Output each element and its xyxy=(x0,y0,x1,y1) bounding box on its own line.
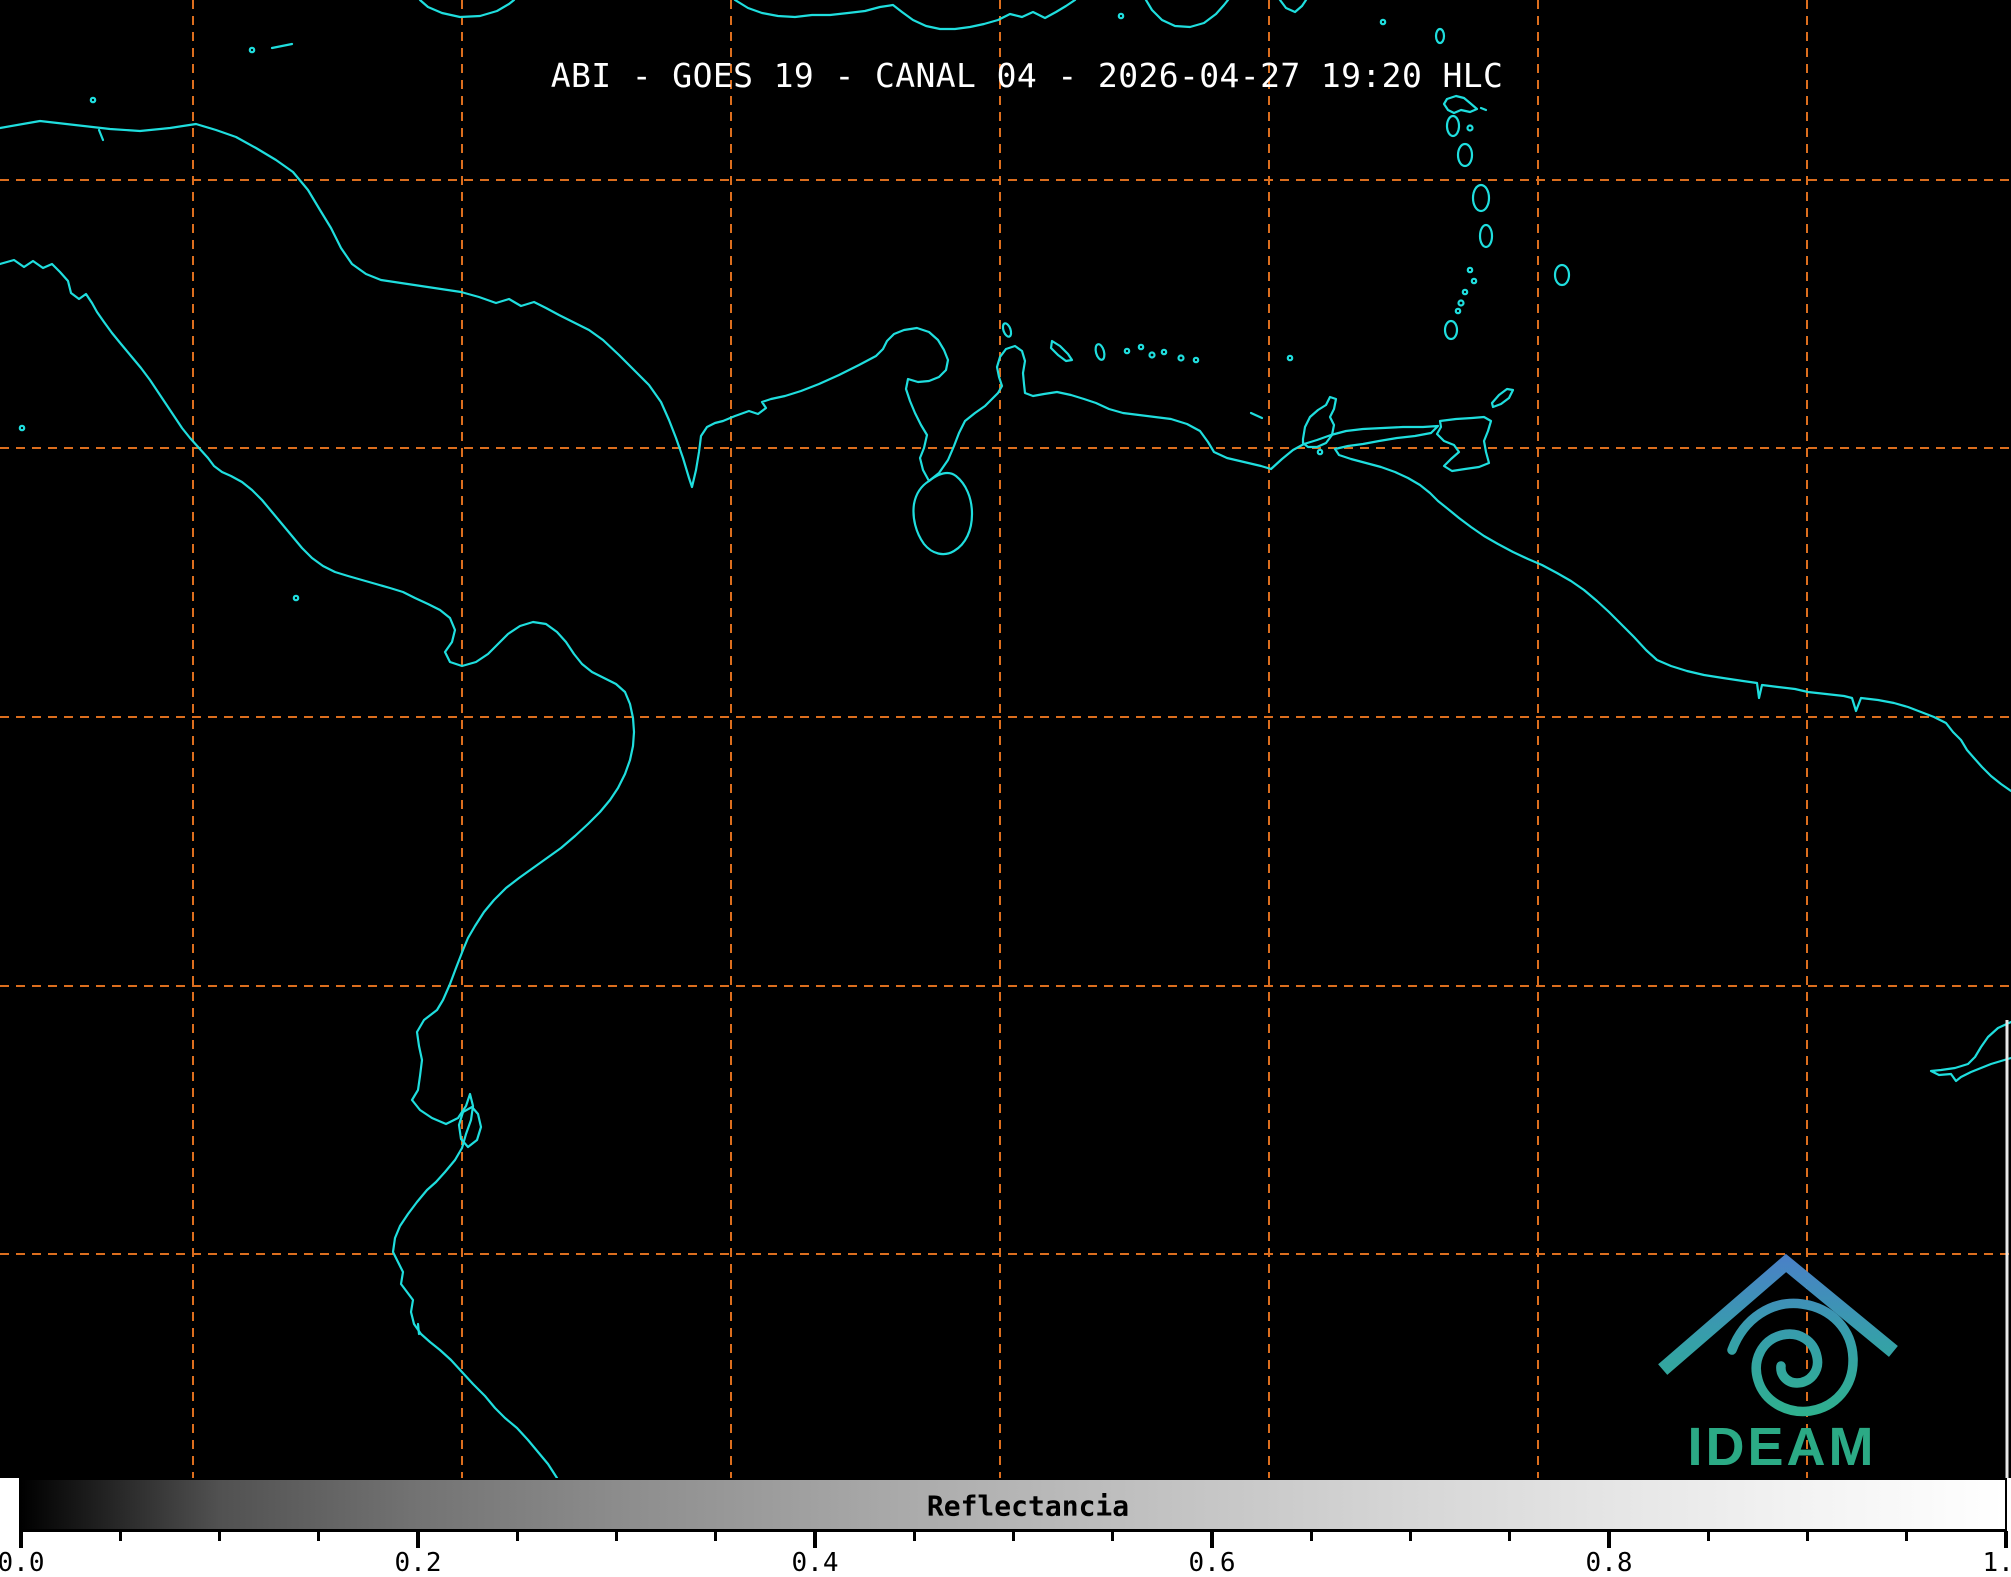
los-roques-dot xyxy=(1162,350,1166,354)
aves-dot xyxy=(1119,14,1123,18)
providencia-dot xyxy=(91,98,95,102)
image-title: ABI - GOES 19 - CANAL 04 - 2026-04-27 19… xyxy=(551,56,1504,95)
martinique-path xyxy=(1458,144,1472,166)
guadeloupe-path xyxy=(1444,96,1477,113)
pacific-coast-path xyxy=(0,260,634,1478)
colorbar-major-tick xyxy=(1607,1531,1611,1548)
st-lucia-path xyxy=(1473,185,1489,211)
san-andres-path xyxy=(99,130,103,140)
colorbar-tick-label: 1.0 xyxy=(1983,1550,2011,1576)
colorbar-minor-tick xyxy=(1806,1531,1809,1541)
cocos-dot xyxy=(20,426,24,430)
grenada-path xyxy=(1445,321,1457,339)
coastlines xyxy=(0,0,2011,1478)
curacao-path xyxy=(1051,341,1072,361)
colorbar-tick-label: 0.6 xyxy=(1189,1550,1236,1576)
colorbar-major-tick xyxy=(813,1531,817,1548)
colorbar-major-tick xyxy=(2004,1531,2008,1548)
colorbar-minor-tick xyxy=(1707,1531,1710,1541)
lake-maracaibo-path xyxy=(913,473,972,554)
grenadines-dot xyxy=(1468,268,1472,272)
colorbar-minor-tick xyxy=(714,1531,717,1541)
colorbar-major-tick xyxy=(19,1531,23,1548)
los-roques-dot xyxy=(1179,356,1184,361)
colorbar-gradient: Reflectancia xyxy=(19,1478,2007,1532)
grenadines-dot xyxy=(1463,290,1467,294)
st-vincent-path xyxy=(1480,225,1492,247)
grenadines-dot xyxy=(1456,309,1460,313)
ideam-logo-text: IDEAM xyxy=(1688,1416,1877,1478)
colorbar-minor-tick xyxy=(1111,1531,1114,1541)
colorbar-minor-tick xyxy=(913,1531,916,1541)
jamaica-coast-path xyxy=(420,0,514,17)
colorbar-minor-tick xyxy=(1310,1531,1313,1541)
colorbar-minor-tick xyxy=(1905,1531,1908,1541)
colorbar-label: Reflectancia xyxy=(927,1490,1129,1523)
grenadines-dot xyxy=(1459,301,1464,306)
hispaniola-south-coast-path xyxy=(735,0,1075,29)
colorbar-minor-tick xyxy=(615,1531,618,1541)
dominica-path xyxy=(1447,116,1459,136)
utila-dot xyxy=(250,48,254,52)
colorbar-tick-label: 0.8 xyxy=(1586,1550,1633,1576)
map-canvas: ABI - GOES 19 - CANAL 04 - 2026-04-27 19… xyxy=(0,0,2011,1478)
los-roques-dot xyxy=(1139,345,1143,349)
colorbar-minor-tick xyxy=(1508,1531,1511,1541)
bonaire-path xyxy=(1094,343,1106,361)
amazon-river-path xyxy=(1931,1022,2011,1081)
ideam-logo xyxy=(1668,1263,1888,1411)
ideam-swirl-icon xyxy=(1732,1303,1853,1411)
colorbar-major-tick xyxy=(1210,1531,1214,1548)
colorbar-minor-tick xyxy=(1012,1531,1015,1541)
barbados-path xyxy=(1555,265,1569,285)
antilles-north-dot xyxy=(1381,20,1385,24)
colorbar-area: Reflectancia 0.0 0.2 0.4 0.6 0.8 1.0 xyxy=(0,1478,2011,1577)
colorbar-minor-tick xyxy=(317,1531,320,1541)
latlon-gridlines xyxy=(0,0,2011,1478)
colorbar-minor-tick xyxy=(516,1531,519,1541)
los-roques-dot xyxy=(1194,358,1198,362)
caribbean-coast-path xyxy=(0,121,2011,791)
colorbar-tick-label: 0.2 xyxy=(395,1550,442,1576)
aruba-path xyxy=(1001,322,1012,338)
bay-islands-path xyxy=(272,44,292,48)
colorbar-minor-tick xyxy=(119,1531,122,1541)
puerto-rico-south-coast-path xyxy=(1146,0,1228,27)
los-roques-dot xyxy=(1125,349,1129,353)
montserrat-path xyxy=(1436,29,1444,43)
satellite-image-screen: ABI - GOES 19 - CANAL 04 - 2026-04-27 19… xyxy=(0,0,2011,1577)
malpelo-dot xyxy=(294,596,298,600)
los-roques-dot xyxy=(1150,353,1155,358)
colorbar-major-tick xyxy=(416,1531,420,1548)
les-saintes-dot xyxy=(1468,126,1473,131)
colorbar-minor-tick xyxy=(218,1531,221,1541)
trinidad-path xyxy=(1437,417,1491,471)
orchila-island-path xyxy=(1251,413,1262,418)
marie-galante-path xyxy=(1481,108,1486,110)
coche-dot xyxy=(1318,450,1322,454)
map-svg xyxy=(0,0,2011,1478)
grenadines-dot xyxy=(1472,279,1476,283)
tobago-path xyxy=(1492,389,1513,407)
colorbar-minor-tick xyxy=(1409,1531,1412,1541)
island-dot xyxy=(1288,356,1292,360)
virgin-islands-path xyxy=(1280,0,1306,12)
lobos-island-path xyxy=(418,1324,419,1334)
colorbar-tick-label: 0.4 xyxy=(792,1550,839,1576)
colorbar-tick-label: 0.0 xyxy=(0,1550,44,1576)
